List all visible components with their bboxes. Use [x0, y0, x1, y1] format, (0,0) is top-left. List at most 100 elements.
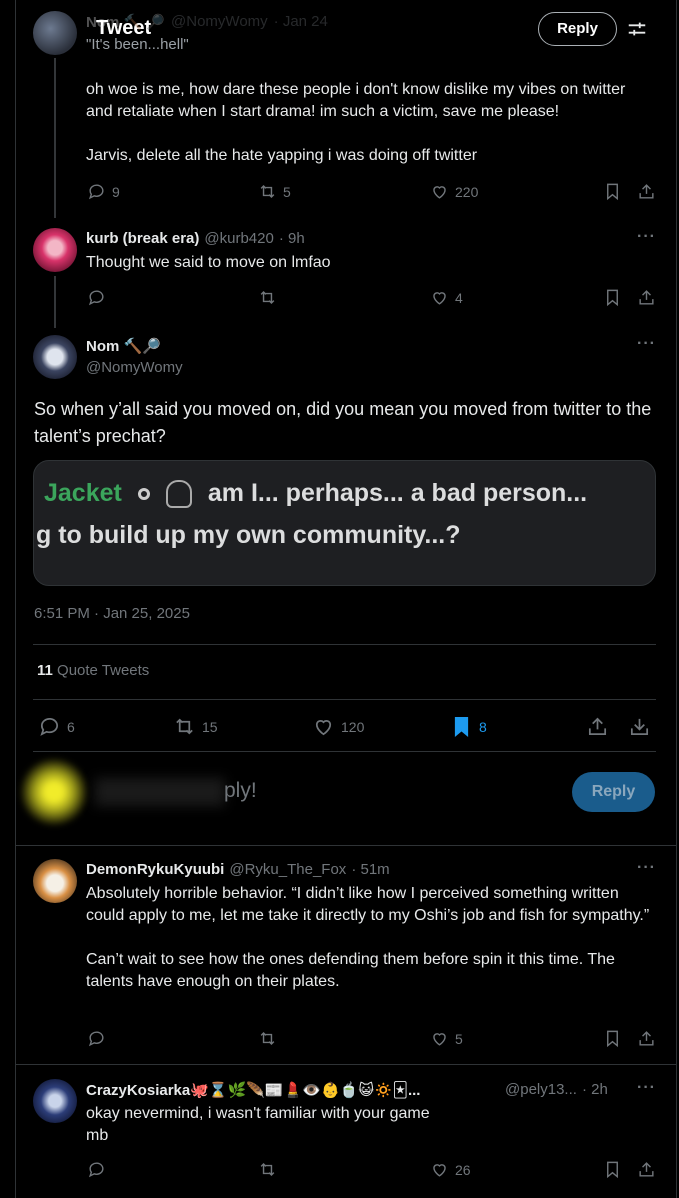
divider	[33, 699, 656, 700]
like-count: 5	[455, 1030, 463, 1047]
ghost-emoji-icon	[165, 479, 192, 508]
share-icon	[639, 1031, 654, 1046]
share-icon	[588, 717, 607, 736]
reply-action[interactable]: 9	[87, 182, 120, 201]
share-action[interactable]	[637, 1160, 656, 1179]
like-action[interactable]: 220	[430, 182, 478, 201]
timeline-column	[15, 0, 677, 1198]
status-dot-icon	[137, 487, 150, 500]
filter-sliders-icon[interactable]	[626, 18, 648, 40]
retweet-count: 15	[202, 718, 218, 735]
retweet-action[interactable]	[258, 1160, 277, 1179]
image-text-line-1: am I... perhaps... a bad person...	[207, 479, 588, 507]
avatar[interactable]	[33, 11, 77, 55]
reply-icon	[40, 718, 58, 736]
retweet-icon	[176, 718, 193, 735]
reply-action[interactable]	[87, 1029, 106, 1048]
quote-tweets-link[interactable]: 11 Quote Tweets	[37, 662, 149, 679]
bookmark-action[interactable]	[603, 1160, 622, 1179]
bookmark-action[interactable]	[603, 288, 622, 307]
author-name[interactable]: kurb (break era)	[86, 230, 199, 247]
share-icon	[639, 184, 654, 199]
retweet-action[interactable]	[258, 1029, 277, 1048]
tweet-time[interactable]: · Jan 24	[274, 13, 328, 31]
tweet-time[interactable]: · 2h	[582, 1081, 608, 1098]
author-name[interactable]: Nom 🔨 🔎	[86, 13, 165, 31]
tweet-timestamp[interactable]: 6:51 PM · Jan 25, 2025	[34, 605, 190, 622]
author-handle[interactable]: @kurb420	[204, 230, 273, 247]
heart-icon	[315, 720, 332, 736]
divider	[33, 644, 656, 645]
share-action[interactable]	[637, 1029, 656, 1048]
bookmark-icon	[607, 1161, 618, 1179]
quote-count: 11	[37, 662, 53, 679]
avatar[interactable]	[33, 859, 77, 903]
reply-action[interactable]	[87, 288, 106, 307]
share-action[interactable]	[637, 288, 656, 307]
reply-count: 9	[112, 183, 120, 200]
heart-icon	[433, 1164, 446, 1177]
author-name[interactable]: DemonRykuKyuubi	[86, 861, 224, 878]
header-reply-button[interactable]: Reply	[538, 12, 617, 46]
more-options-icon[interactable]: ···	[637, 859, 656, 877]
tweet-time[interactable]: · 51m	[351, 861, 389, 878]
download-action[interactable]	[628, 715, 651, 738]
reply-count: 6	[67, 718, 75, 735]
retweet-icon	[260, 1162, 275, 1177]
tweet-text: Absolutely horrible behavior. “I didn’t …	[86, 885, 650, 990]
bookmark-icon	[607, 183, 618, 201]
retweet-icon	[260, 1031, 275, 1046]
avatar[interactable]	[33, 335, 77, 379]
retweet-action[interactable]: 5	[258, 182, 291, 201]
tweet-time[interactable]: · 9h	[279, 230, 305, 247]
divider	[16, 845, 677, 846]
tweet-header: kurb (break era) @kurb420 · 9h	[86, 230, 305, 247]
image-text-line-2: g to build up my own community...?	[36, 521, 461, 549]
more-options-icon[interactable]: ···	[637, 1079, 656, 1097]
tweet-image[interactable]: Jacket am I... perhaps... a bad person..…	[33, 460, 656, 586]
divider	[33, 751, 656, 752]
share-action[interactable]	[586, 715, 609, 738]
more-options-icon[interactable]: ···	[637, 335, 656, 353]
composer-reply-button[interactable]: Reply	[572, 772, 655, 812]
author-handle[interactable]: @NomyWomy	[171, 13, 268, 31]
author-handle[interactable]: @pely13...	[505, 1081, 577, 1098]
bookmark-filled-icon	[454, 717, 469, 737]
reply-icon	[88, 184, 104, 200]
reply-action[interactable]: 6	[38, 715, 75, 738]
like-action[interactable]: 120	[312, 715, 364, 738]
retweet-count: 5	[283, 183, 291, 200]
retweet-action[interactable]: 15	[173, 715, 218, 738]
like-count: 220	[455, 183, 479, 200]
reply-input[interactable]: ply!	[224, 779, 257, 803]
tweet-text: oh woe is me, how dare these people i do…	[86, 81, 626, 164]
author-name[interactable]: Nom 🔨🔎	[86, 337, 161, 355]
bookmark-action[interactable]	[603, 182, 622, 201]
tweet-header: Nom 🔨 🔎 @NomyWomy · Jan 24	[86, 13, 328, 31]
more-options-icon[interactable]: ···	[637, 228, 656, 246]
like-action[interactable]: 26	[430, 1160, 471, 1179]
avatar[interactable]	[33, 228, 77, 272]
share-action[interactable]	[637, 182, 656, 201]
like-action[interactable]: 5	[430, 1029, 463, 1048]
reply-icon	[88, 1162, 104, 1178]
retweet-action[interactable]	[258, 288, 277, 307]
like-action[interactable]: 4	[430, 288, 463, 307]
bookmark-icon	[607, 289, 618, 307]
download-icon	[630, 718, 649, 736]
reply-action[interactable]	[87, 1160, 106, 1179]
author-handle[interactable]: @Ryku_The_Fox	[229, 861, 346, 878]
share-icon	[639, 290, 654, 305]
composer-avatar	[20, 756, 88, 828]
author-name[interactable]: CrazyKosiarka🐙⌛🌿🪶📰💄👁️👶🍵😺🔅🃏...	[86, 1081, 486, 1099]
like-count: 26	[455, 1161, 471, 1178]
like-count: 120	[341, 718, 365, 735]
avatar[interactable]	[33, 1079, 77, 1123]
author-handle[interactable]: @NomyWomy	[86, 359, 183, 376]
tweet-text: okay nevermind, i wasn't familiar with y…	[86, 1105, 430, 1144]
bookmark-action[interactable]: 8	[450, 715, 487, 738]
heart-icon	[433, 1033, 446, 1046]
heart-icon	[433, 186, 446, 199]
composer-blur	[95, 778, 225, 806]
bookmark-action[interactable]	[603, 1029, 622, 1048]
